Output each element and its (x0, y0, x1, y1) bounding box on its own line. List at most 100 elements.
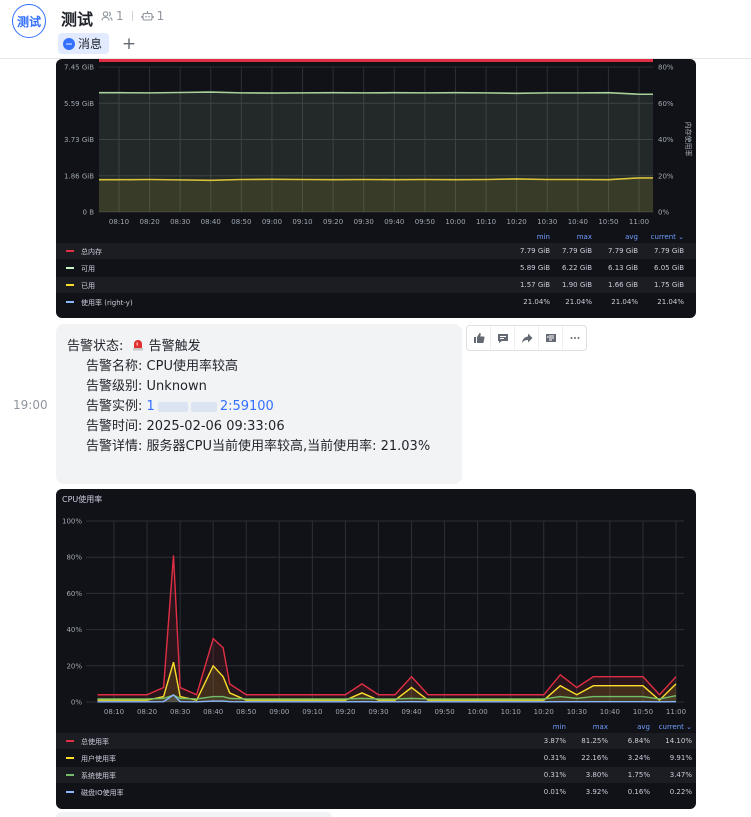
legend-value-current: 6.05 GiB (654, 264, 684, 272)
cpu-chart-panel[interactable]: CPU使用率 100% 80% 60% 40% 20% 0% 08:10 08:20 08:30… (56, 489, 696, 809)
legend-row[interactable]: 已用 1.57 GiB 1.90 GiB 1.66 GiB 1.75 GiB (56, 277, 696, 293)
alert-level-value: Unknown (146, 379, 207, 394)
alert-time-line: 告警时间: 2025-02-06 09:33:06 (86, 415, 285, 434)
comment-icon (497, 334, 508, 343)
message-actions-toolbar (466, 325, 587, 351)
legend-value-min: 3.87% (543, 737, 566, 745)
alert-status-line: 告警状态: 告警触发 (67, 335, 201, 354)
legend-value-max: 22.16% (581, 754, 608, 762)
legend-value-avg: 21.04% (611, 298, 638, 306)
legend-header-max[interactable]: max (568, 723, 608, 731)
legend-value-min: 0.01% (543, 788, 566, 796)
legend-value-min: 7.79 GiB (520, 247, 550, 255)
alert-level-label: 告警级别: (86, 379, 143, 394)
memory-legend: min max avg current ⌄ 总内存 7.79 GiB 7.79 GiB 7.7… (56, 59, 696, 318)
legend-value-current: 14.10% (665, 737, 692, 745)
legend-value-max: 3.80% (585, 771, 608, 779)
add-tab-button[interactable]: + (121, 33, 137, 54)
legend-value-min: 21.04% (523, 298, 550, 306)
legend-header-current[interactable]: current ⌄ (652, 723, 692, 731)
legend-row[interactable]: 总使用率 3.87% 81.25% 6.84% 14.10% (56, 733, 696, 749)
legend-row[interactable]: 用户使用率 0.31% 22.16% 3.24% 9.91% (56, 750, 696, 766)
legend-value-current: 9.91% (669, 754, 692, 762)
legend-value-min: 0.31% (543, 771, 566, 779)
legend-series-name: 使用率 (right-y) (81, 299, 133, 307)
bot-icon[interactable] (140, 10, 154, 22)
thumbs-up-button[interactable] (467, 326, 491, 350)
more-button[interactable] (563, 326, 586, 350)
legend-series-name: 系统使用率 (81, 772, 116, 780)
tab-messages-label: 消息 (78, 37, 103, 51)
legend-series-name: 总内存 (81, 248, 102, 256)
reply-button[interactable] (491, 326, 515, 350)
meta-divider (131, 11, 133, 21)
legend-value-avg: 7.79 GiB (608, 247, 638, 255)
alert-status-value: 告警触发 (148, 339, 201, 354)
tab-messages[interactable]: 消息 (58, 33, 110, 54)
alert-name-line: 告警名称: CPU使用率较高 (86, 355, 238, 374)
legend-value-current: 7.79 GiB (654, 247, 684, 255)
legend-value-min: 5.89 GiB (520, 264, 550, 272)
legend-value-current: 0.22% (669, 788, 692, 796)
alert-detail-line: 告警详情: 服务器CPU当前使用率较高,当前使用率: 21.03% (86, 435, 430, 454)
alert-detail-label: 告警详情: (86, 439, 143, 454)
alert-message-bubble[interactable]: 告警状态: 告警触发 告警名称: CPU使用率较高 告警级别: Unknown … (56, 324, 462, 484)
cpu-legend: min max avg current ⌄ 总使用率 3.87% 81.25% 6.84% 14… (56, 489, 696, 809)
legend-row[interactable]: 磁盘IO使用率 0.01% 3.92% 0.16% 0.22% (56, 784, 696, 800)
legend-series-name: 磁盘IO使用率 (81, 789, 124, 797)
legend-value-max: 81.25% (581, 737, 608, 745)
legend-swatch (66, 301, 74, 303)
chat-header: 测试 测试 1 1 消息 + (0, 0, 751, 59)
legend-value-max: 21.04% (565, 298, 592, 306)
alert-name-label: 告警名称: (86, 359, 143, 374)
instance-start: 1 (146, 399, 155, 414)
legend-swatch (66, 267, 74, 269)
chat-bubble-icon (63, 37, 75, 50)
legend-header-avg[interactable]: avg (598, 233, 638, 241)
siren-icon (132, 340, 143, 351)
redacted-block (157, 401, 188, 412)
legend-value-avg: 6.13 GiB (608, 264, 638, 272)
legend-value-avg: 1.75% (627, 771, 650, 779)
group-avatar[interactable]: 测试 (12, 4, 46, 38)
legend-value-current: 21.04% (657, 298, 684, 306)
legend-header-current[interactable]: current ⌄ (644, 233, 684, 241)
quote-icon (545, 334, 556, 342)
legend-value-avg: 6.84% (627, 737, 650, 745)
bot-count[interactable]: 1 (157, 9, 165, 23)
member-count[interactable]: 1 (116, 9, 124, 23)
alert-level-line: 告警级别: Unknown (86, 375, 207, 394)
legend-value-min: 1.57 GiB (520, 281, 550, 289)
chat-title[interactable]: 测试 (61, 6, 93, 30)
legend-value-avg: 1.66 GiB (608, 281, 638, 289)
redacted-block (190, 401, 217, 412)
alert-name-value: CPU使用率较高 (146, 359, 238, 374)
legend-row[interactable]: 总内存 7.79 GiB 7.79 GiB 7.79 GiB 7.79 GiB (56, 243, 696, 259)
members-icon[interactable] (101, 10, 113, 22)
legend-header-max[interactable]: max (552, 233, 592, 241)
legend-series-name: 可用 (81, 265, 95, 273)
legend-value-min: 0.31% (543, 754, 566, 762)
legend-header-min[interactable]: min (510, 233, 550, 241)
forward-button[interactable] (515, 326, 539, 350)
legend-header-avg[interactable]: avg (610, 723, 650, 731)
legend-swatch (66, 774, 74, 776)
legend-value-max: 3.92% (585, 788, 608, 796)
legend-row[interactable]: 使用率 (right-y) 21.04% 21.04% 21.04% 21.04% (56, 294, 696, 310)
alert-instance-line: 告警实例: 1 2:59100 (86, 395, 274, 414)
legend-header-min[interactable]: min (526, 723, 566, 731)
legend-swatch (66, 740, 74, 742)
more-icon (570, 337, 579, 339)
alert-instance-link[interactable]: 1 2:59100 (147, 399, 274, 414)
legend-value-max: 7.79 GiB (562, 247, 592, 255)
legend-value-current: 3.47% (669, 771, 692, 779)
instance-end: 2:59100 (219, 399, 274, 414)
message-timestamp: 19:00 (13, 398, 48, 412)
legend-row[interactable]: 可用 5.89 GiB 6.22 GiB 6.13 GiB 6.05 GiB (56, 260, 696, 276)
alert-time-value: 2025-02-06 09:33:06 (146, 419, 285, 434)
legend-value-current: 1.75 GiB (654, 281, 684, 289)
quote-button[interactable] (539, 326, 563, 350)
legend-row[interactable]: 系统使用率 0.31% 3.80% 1.75% 3.47% (56, 767, 696, 783)
memory-chart-panel[interactable]: 7.45 GiB 5.59 GiB 3.73 GiB 1.86 GiB 0 B 80% 60… (56, 59, 696, 318)
legend-series-name: 已用 (81, 282, 95, 290)
